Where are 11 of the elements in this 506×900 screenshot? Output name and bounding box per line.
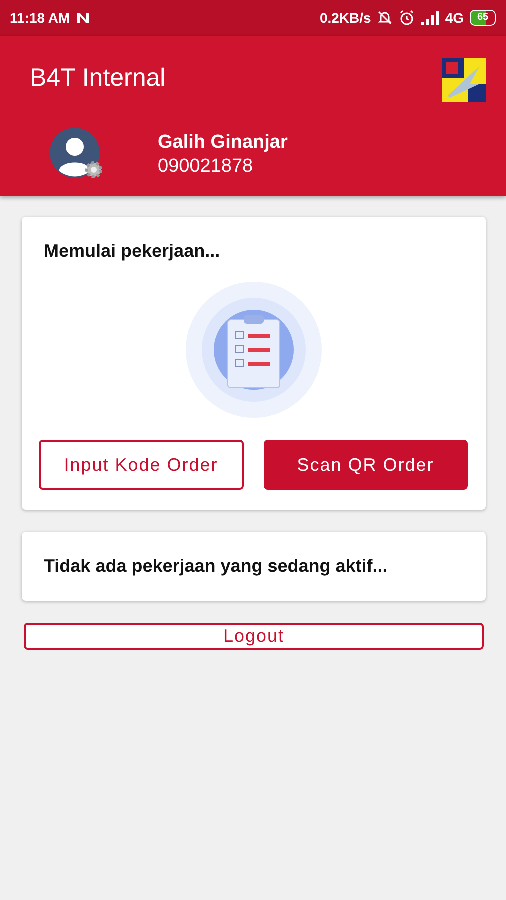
clock-time: 11:18 AM	[10, 10, 70, 26]
logout-button[interactable]: Logout	[24, 623, 484, 650]
app-title: B4T Internal	[30, 64, 166, 93]
active-job-message: Tidak ada pekerjaan yang sedang aktif...	[22, 532, 486, 601]
card-title: Memulai pekerjaan...	[44, 241, 222, 262]
scan-qr-button[interactable]: Scan QR Order	[264, 440, 468, 490]
user-id: 090021878	[158, 156, 254, 178]
user-name: Galih Ginanjar	[158, 132, 288, 154]
network-type: 4G	[445, 10, 464, 26]
network-speed: 0.2KB/s	[320, 10, 372, 26]
input-order-code-button[interactable]: Input Kode Order	[39, 440, 244, 490]
